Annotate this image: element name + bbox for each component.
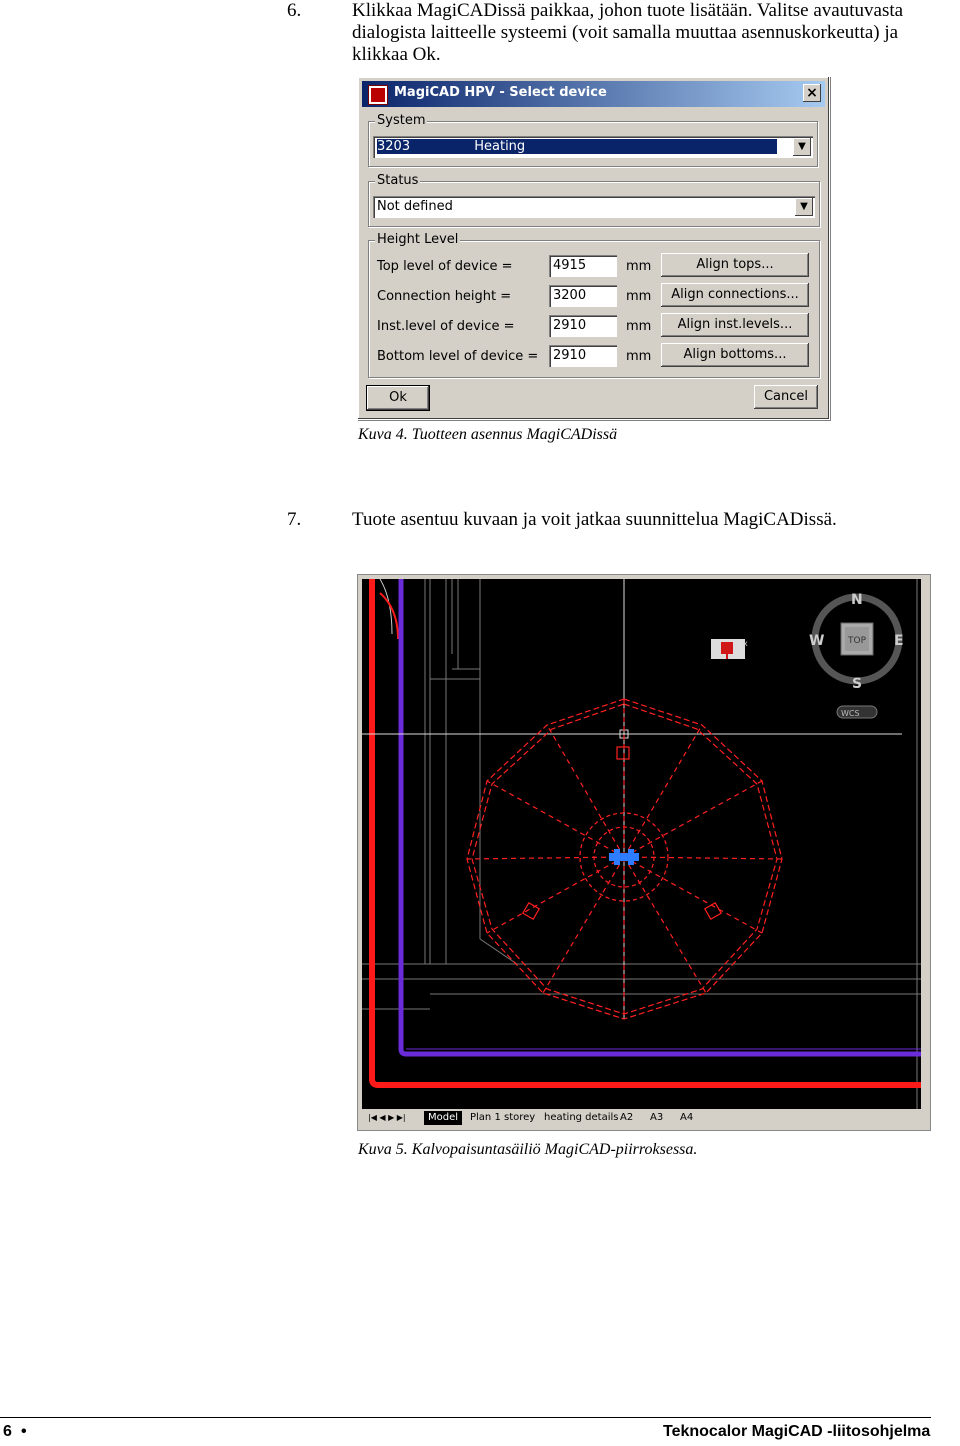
unit-label: mm <box>626 319 652 334</box>
status-select[interactable]: Not defined ▼ <box>373 196 815 218</box>
system-name: Heating <box>474 139 526 154</box>
bottom-level-value: 2910 <box>553 348 587 363</box>
inst-level-input[interactable]: 2910 <box>549 315 617 337</box>
dialog-titlebar: MagiCAD HPV - Select device × <box>362 81 825 107</box>
inst-level-label: Inst.level of device = <box>377 319 515 334</box>
connection-height-value: 3200 <box>553 288 587 303</box>
bottom-level-input[interactable]: 2910 <box>549 345 617 367</box>
red-pipe <box>369 579 921 1088</box>
align-inst-levels-button[interactable]: Align inst.levels... <box>661 313 809 337</box>
compass-e: E <box>894 633 904 649</box>
figure-4-caption: Kuva 4. Tuotteen asennus MagiCADissä <box>358 426 618 443</box>
wcs-label[interactable]: WCS <box>841 709 860 718</box>
dialog-title: MagiCAD HPV - Select device <box>394 85 607 100</box>
chevron-down-icon[interactable]: ▼ <box>793 138 811 156</box>
align-tops-button[interactable]: Align tops... <box>661 253 809 277</box>
status-group-label: Status <box>375 173 421 188</box>
unit-label: mm <box>626 289 652 304</box>
close-icon[interactable]: × <box>803 84 821 102</box>
device-icon <box>711 639 745 659</box>
step-7-number: 7. <box>287 509 302 530</box>
step-7-text: Tuote asentuu kuvaan ja voit jatkaa suun… <box>352 509 837 530</box>
top-level-input[interactable]: 4915 <box>549 255 617 277</box>
system-group: System 3203 Heating ▼ <box>368 113 818 167</box>
height-level-label: Height Level <box>375 232 461 247</box>
tab-nav-arrows[interactable]: |◀ ◀ ▶ ▶| <box>364 1111 410 1125</box>
cad-viewport[interactable]: x N S E W TOP WCS <box>362 579 921 1109</box>
top-level-label: Top level of device = <box>377 259 513 274</box>
unit-label: mm <box>626 259 652 274</box>
height-level-group: Height Level Top level of device = 4915 … <box>368 232 820 378</box>
tab-plan-1-storey[interactable]: Plan 1 storey <box>466 1111 539 1125</box>
viewcube-top[interactable]: TOP <box>847 636 867 646</box>
cancel-button[interactable]: Cancel <box>754 385 818 409</box>
select-device-dialog: MagiCAD HPV - Select device × System 320… <box>357 76 830 420</box>
compass-w: W <box>809 633 824 649</box>
ok-button[interactable]: Ok <box>366 385 430 411</box>
svg-text:x: x <box>743 639 748 648</box>
system-group-label: System <box>375 113 428 128</box>
wall-lines <box>362 579 921 1109</box>
footer-bullet: • <box>21 1423 27 1440</box>
status-select-value: Not defined <box>377 199 453 214</box>
page-number: 6 <box>3 1423 12 1440</box>
align-connections-button[interactable]: Align connections... <box>661 283 809 307</box>
system-select-value: 3203 Heating <box>377 139 777 154</box>
footer-title: Teknocalor MagiCAD -liitosohjelma <box>663 1423 931 1440</box>
compass-n: N <box>851 592 863 608</box>
status-group: Status Not defined ▼ <box>368 173 820 227</box>
cad-drawing: x N S E W TOP WCS <box>362 579 921 1109</box>
align-bottoms-button[interactable]: Align bottoms... <box>661 343 809 367</box>
bottom-level-label: Bottom level of device = <box>377 349 539 364</box>
system-code: 3203 <box>377 139 411 154</box>
tab-a4[interactable]: A4 <box>676 1111 697 1125</box>
magicad-app-icon <box>368 85 388 105</box>
footer-divider <box>0 1417 931 1418</box>
top-level-value: 4915 <box>553 258 587 273</box>
step-6-number: 6. <box>287 0 302 21</box>
tab-heating-details[interactable]: heating details <box>540 1111 623 1125</box>
connection-height-input[interactable]: 3200 <box>549 285 617 307</box>
unit-label: mm <box>626 349 652 364</box>
figure-5-caption: Kuva 5. Kalvopaisuntasäiliö MagiCAD-piir… <box>358 1141 698 1158</box>
tab-model[interactable]: Model <box>424 1111 463 1125</box>
tab-a3[interactable]: A3 <box>646 1111 667 1125</box>
layout-tabs-bar: |◀ ◀ ▶ ▶| Model Plan 1 storey heating de… <box>362 1109 927 1127</box>
compass-s: S <box>852 676 862 692</box>
connection-height-label: Connection height = <box>377 289 512 304</box>
inst-level-value: 2910 <box>553 318 587 333</box>
system-select[interactable]: 3203 Heating ▼ <box>373 136 813 158</box>
cad-drawing-window: x N S E W TOP WCS |◀ ◀ ▶ ▶| Model Plan 1… <box>357 574 931 1131</box>
tab-a2[interactable]: A2 <box>616 1111 637 1125</box>
step-6-text: Klikkaa MagiCADissä paikkaa, johon tuote… <box>352 0 904 65</box>
chevron-down-icon[interactable]: ▼ <box>795 198 813 216</box>
